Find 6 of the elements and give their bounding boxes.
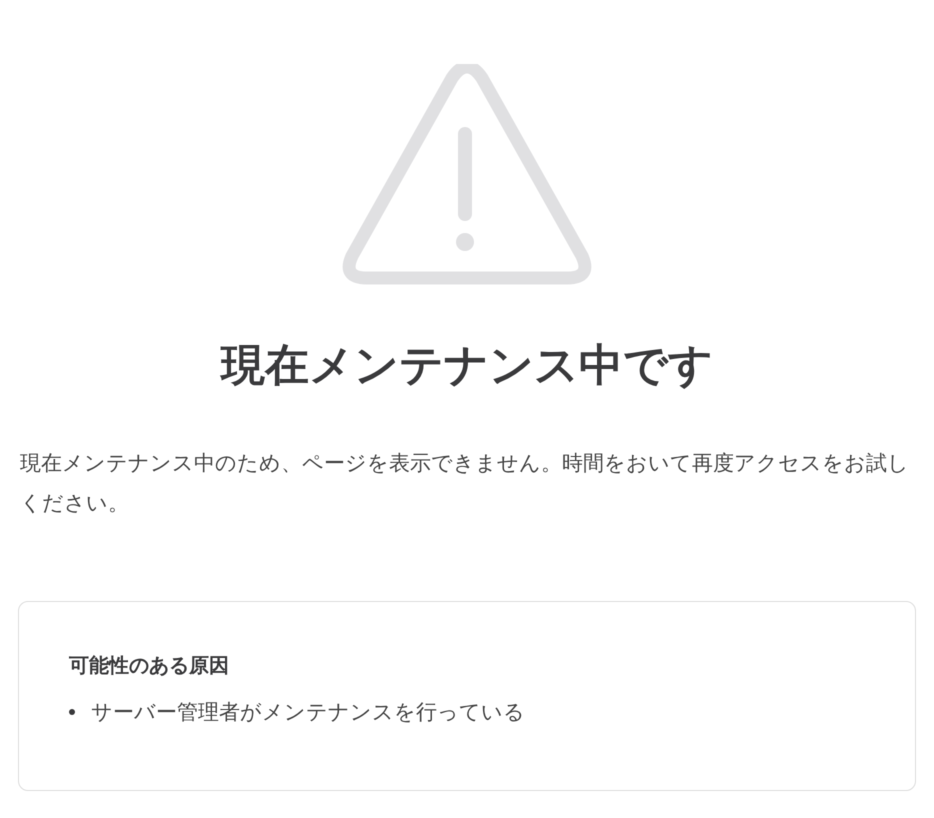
bullet-icon: [69, 709, 75, 715]
maintenance-message: 現在メンテナンス中のため、ページを表示できません。時間をおいて再度アクセスをお試しください。: [19, 450, 910, 517]
cause-item: サーバー管理者がメンテナンスを行っている: [91, 699, 525, 726]
warning-icon: [342, 64, 592, 286]
causes-title: 可能性のある原因: [69, 652, 230, 679]
page-heading: 現在メンテナンス中です: [221, 339, 713, 393]
